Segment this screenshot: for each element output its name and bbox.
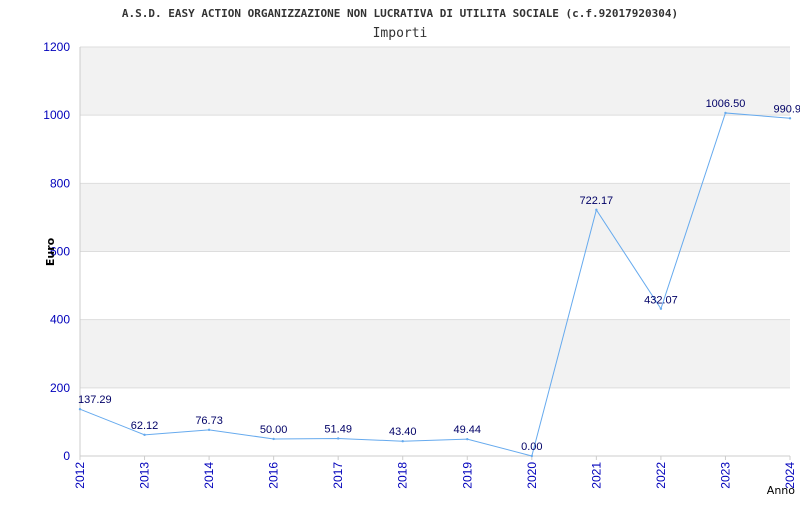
- data-point: [724, 111, 727, 115]
- data-point: [659, 307, 663, 310]
- y-tick-label: 0: [63, 449, 70, 463]
- data-label: 0.00: [521, 441, 542, 453]
- plot-band: [80, 47, 790, 116]
- x-tick-label: 2012: [73, 462, 87, 489]
- x-tick-label: 2016: [267, 462, 281, 489]
- data-label: 1006.50: [706, 98, 746, 110]
- data-point: [401, 440, 404, 443]
- data-point: [143, 433, 146, 437]
- x-tick-label: 2013: [138, 462, 152, 489]
- x-tick-label: 2021: [589, 462, 603, 489]
- data-label: 137.29: [78, 394, 112, 406]
- data-label: 49.44: [454, 424, 482, 436]
- data-label: 43.40: [389, 426, 417, 438]
- line-chart: 020040060080010001200 2012 2013 2014 2016 20…: [43, 7, 800, 497]
- x-tick-label: 2014: [202, 462, 216, 489]
- data-point: [466, 437, 469, 441]
- data-point: [788, 117, 792, 120]
- data-label: 50.00: [260, 424, 288, 436]
- data-label: 51.49: [324, 423, 352, 435]
- chart-title: A.S.D. EASY ACTION ORGANIZZAZIONE NON LU…: [122, 7, 678, 20]
- plot-band: [80, 387, 790, 456]
- x-tick-label: 2017: [331, 462, 345, 489]
- data-point: [78, 408, 82, 411]
- y-tick-label: 800: [50, 176, 70, 190]
- plot-band: [80, 319, 790, 388]
- plot-band: [80, 115, 790, 184]
- chart-container: 0 200 400 600 800 1000 1200 2012 2013 2014 2016 20…: [0, 0, 800, 500]
- x-tick-label: 2018: [396, 462, 410, 489]
- data-label: 62.12: [131, 420, 159, 432]
- data-label: 990.9: [773, 103, 800, 115]
- data-point: [595, 208, 598, 212]
- data-point: [207, 428, 211, 432]
- y-tick-label: 1200: [43, 40, 70, 54]
- y-axis-title: Euro: [44, 237, 57, 266]
- y-tick-label: 1000: [43, 108, 70, 122]
- x-tick-label: 2020: [525, 462, 539, 489]
- plot-band: [80, 251, 790, 320]
- data-point: [272, 437, 275, 441]
- data-label: 76.73: [195, 415, 223, 427]
- y-tick-label: 200: [50, 381, 70, 395]
- data-point: [530, 454, 534, 458]
- data-label: 722.17: [580, 195, 614, 207]
- data-point: [336, 437, 340, 440]
- x-tick-label: 2023: [718, 462, 732, 489]
- x-tick-label: 2019: [460, 462, 474, 489]
- x-axis-title: Anno: [767, 484, 795, 497]
- x-axis-ticks: 2012 2013 2014 2016 2017 2018 2019 2020 2021 2022…: [73, 456, 797, 489]
- x-tick-label: 2022: [654, 462, 668, 489]
- y-tick-label: 400: [50, 313, 70, 327]
- chart-subtitle: Importi: [373, 26, 428, 41]
- data-label: 432.07: [644, 295, 678, 307]
